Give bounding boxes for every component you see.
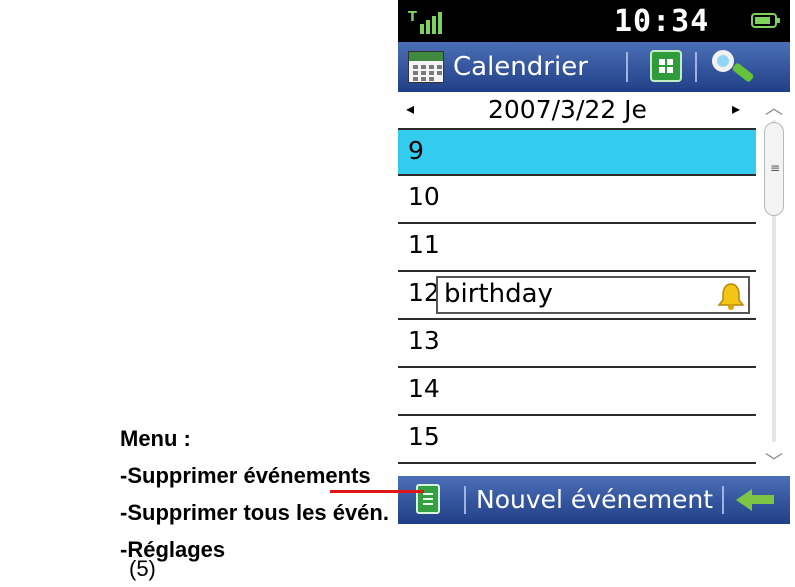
hour-row[interactable]: 9 bbox=[398, 128, 756, 176]
phone-screen: T 10:34 Calendrier ◂ 2007/3/22 Je ▸ 9 10… bbox=[398, 0, 790, 524]
hour-label: 15 bbox=[408, 422, 440, 451]
figure-number: (5) bbox=[129, 556, 156, 581]
hour-label: 10 bbox=[408, 182, 440, 211]
menu-caption-item: -Supprimer tous les évén. bbox=[120, 500, 389, 525]
hour-row[interactable]: 10 bbox=[398, 176, 756, 224]
clock: 10:34 bbox=[614, 4, 710, 39]
grip-icon: ≡ bbox=[770, 161, 781, 175]
hour-label: 11 bbox=[408, 230, 440, 259]
scroll-down-icon[interactable]: ﹀ bbox=[765, 448, 783, 474]
back-arrow-icon[interactable] bbox=[736, 489, 776, 511]
toolbar-divider bbox=[722, 486, 724, 514]
event-title: birthday bbox=[444, 279, 553, 309]
signal-icon: T bbox=[408, 10, 448, 34]
hour-list: 9 10 11 12 birthday 13 14 15 bbox=[398, 128, 756, 464]
search-button[interactable] bbox=[712, 50, 756, 86]
signal-label: T bbox=[408, 10, 417, 25]
hour-row[interactable]: 15 bbox=[398, 416, 756, 464]
battery-icon bbox=[751, 13, 780, 28]
title-divider bbox=[626, 52, 628, 82]
menu-caption-heading: Menu : bbox=[120, 426, 191, 451]
hour-row[interactable]: 14 bbox=[398, 368, 756, 416]
toolbar-divider bbox=[464, 486, 466, 514]
scroll-thumb[interactable]: ≡ bbox=[764, 122, 784, 216]
next-day-arrow-icon[interactable]: ▸ bbox=[732, 99, 740, 118]
menu-button[interactable] bbox=[416, 484, 440, 514]
grid-icon bbox=[659, 59, 673, 73]
calendar-app-icon bbox=[408, 51, 444, 83]
hour-row[interactable]: 11 bbox=[398, 224, 756, 272]
menu-caption-item: -Réglages bbox=[120, 537, 226, 562]
event-entry[interactable]: birthday bbox=[436, 276, 750, 314]
new-event-button[interactable]: Nouvel événement bbox=[476, 485, 713, 514]
status-bar: T 10:34 bbox=[398, 0, 790, 42]
title-bar: Calendrier bbox=[398, 42, 790, 92]
alarm-bell-icon bbox=[716, 281, 746, 311]
menu-caption-item: -Supprimer événements bbox=[120, 463, 371, 488]
hour-label: 13 bbox=[408, 326, 440, 355]
app-title: Calendrier bbox=[453, 52, 588, 82]
title-divider bbox=[695, 52, 697, 82]
scroll-up-icon[interactable]: ︿ bbox=[765, 94, 783, 120]
previous-day-arrow-icon[interactable]: ◂ bbox=[406, 99, 414, 118]
hour-label: 9 bbox=[408, 136, 424, 165]
bottom-toolbar: Nouvel événement bbox=[398, 476, 790, 524]
scrollbar[interactable]: ︿ ≡ ﹀ bbox=[760, 92, 790, 476]
date-navigator: ◂ 2007/3/22 Je ▸ bbox=[398, 92, 758, 128]
hour-row[interactable]: 12 birthday bbox=[398, 272, 756, 320]
month-view-button[interactable] bbox=[650, 50, 682, 82]
hour-label: 14 bbox=[408, 374, 440, 403]
hour-row[interactable]: 13 bbox=[398, 320, 756, 368]
current-date: 2007/3/22 Je bbox=[488, 95, 647, 124]
search-icon bbox=[712, 50, 734, 72]
menu-caption: Menu : -Supprimer événements -Supprimer … bbox=[120, 420, 389, 568]
